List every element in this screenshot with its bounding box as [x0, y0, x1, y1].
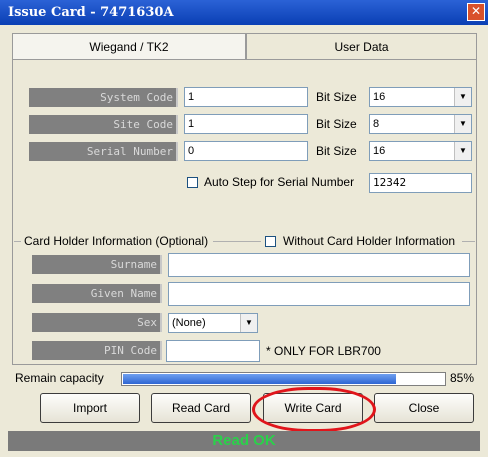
system-code-bitsize-label: Bit Size	[316, 90, 357, 104]
auto-step-label: Auto Step for Serial Number	[204, 175, 355, 189]
close-window-button[interactable]: ✕	[467, 3, 485, 21]
status-bar: Read OK	[8, 431, 480, 451]
system-code-input[interactable]: 1	[184, 87, 308, 107]
system-code-bitsize-value: 16	[373, 91, 386, 103]
surname-label: Surname	[32, 255, 162, 274]
system-code-label: System Code	[29, 88, 178, 107]
pin-code-label: PIN Code	[32, 341, 162, 360]
capacity-percent: 85%	[450, 371, 475, 385]
group-divider	[462, 241, 475, 242]
remain-capacity-label: Remain capacity	[15, 371, 104, 385]
pin-code-input[interactable]	[166, 340, 260, 362]
read-card-button[interactable]: Read Card	[151, 393, 251, 423]
capacity-progress-bar	[121, 372, 446, 386]
without-card-holder-label: Without Card Holder Information	[283, 234, 456, 248]
sex-label: Sex	[32, 313, 162, 332]
group-divider	[213, 241, 261, 242]
auto-step-input[interactable]: 12342	[369, 173, 472, 193]
without-card-holder-checkbox[interactable]	[265, 236, 276, 247]
site-code-bitsize-label: Bit Size	[316, 117, 357, 131]
chevron-down-icon[interactable]: ▼	[454, 88, 471, 106]
close-button[interactable]: Close	[374, 393, 474, 423]
surname-input[interactable]	[168, 253, 470, 277]
given-name-label: Given Name	[32, 284, 162, 303]
window-title: Issue Card - 7471630A	[8, 5, 174, 20]
import-button[interactable]: Import	[40, 393, 140, 423]
sex-select[interactable]: (None) ▼	[168, 313, 258, 333]
capacity-progress-fill	[123, 374, 396, 384]
chevron-down-icon[interactable]: ▼	[454, 115, 471, 133]
site-code-bitsize-select[interactable]: 8 ▼	[369, 114, 472, 134]
serial-number-input[interactable]: 0	[184, 141, 308, 161]
tab-user-data[interactable]: User Data	[246, 33, 477, 60]
serial-number-bitsize-value: 16	[373, 145, 386, 157]
serial-number-bitsize-select[interactable]: 16 ▼	[369, 141, 472, 161]
title-bar[interactable]: Issue Card - 7471630A ✕	[0, 0, 488, 25]
pin-code-note: * ONLY FOR LBR700	[266, 344, 381, 358]
site-code-label: Site Code	[29, 115, 178, 134]
group-divider	[14, 241, 21, 242]
auto-step-checkbox[interactable]	[187, 177, 198, 188]
chevron-down-icon[interactable]: ▼	[240, 314, 257, 332]
serial-number-label: Serial Number	[29, 142, 178, 161]
chevron-down-icon[interactable]: ▼	[454, 142, 471, 160]
given-name-input[interactable]	[168, 282, 470, 306]
issue-card-window: Issue Card - 7471630A ✕ Wiegand / TK2 Us…	[0, 0, 488, 457]
system-code-bitsize-select[interactable]: 16 ▼	[369, 87, 472, 107]
tab-wiegand-tk2[interactable]: Wiegand / TK2	[12, 33, 246, 60]
site-code-input[interactable]: 1	[184, 114, 308, 134]
site-code-bitsize-value: 8	[373, 118, 380, 130]
card-holder-group-label: Card Holder Information (Optional)	[24, 234, 209, 248]
highlight-circle	[252, 387, 376, 432]
serial-number-bitsize-label: Bit Size	[316, 144, 357, 158]
sex-value: (None)	[172, 317, 206, 329]
